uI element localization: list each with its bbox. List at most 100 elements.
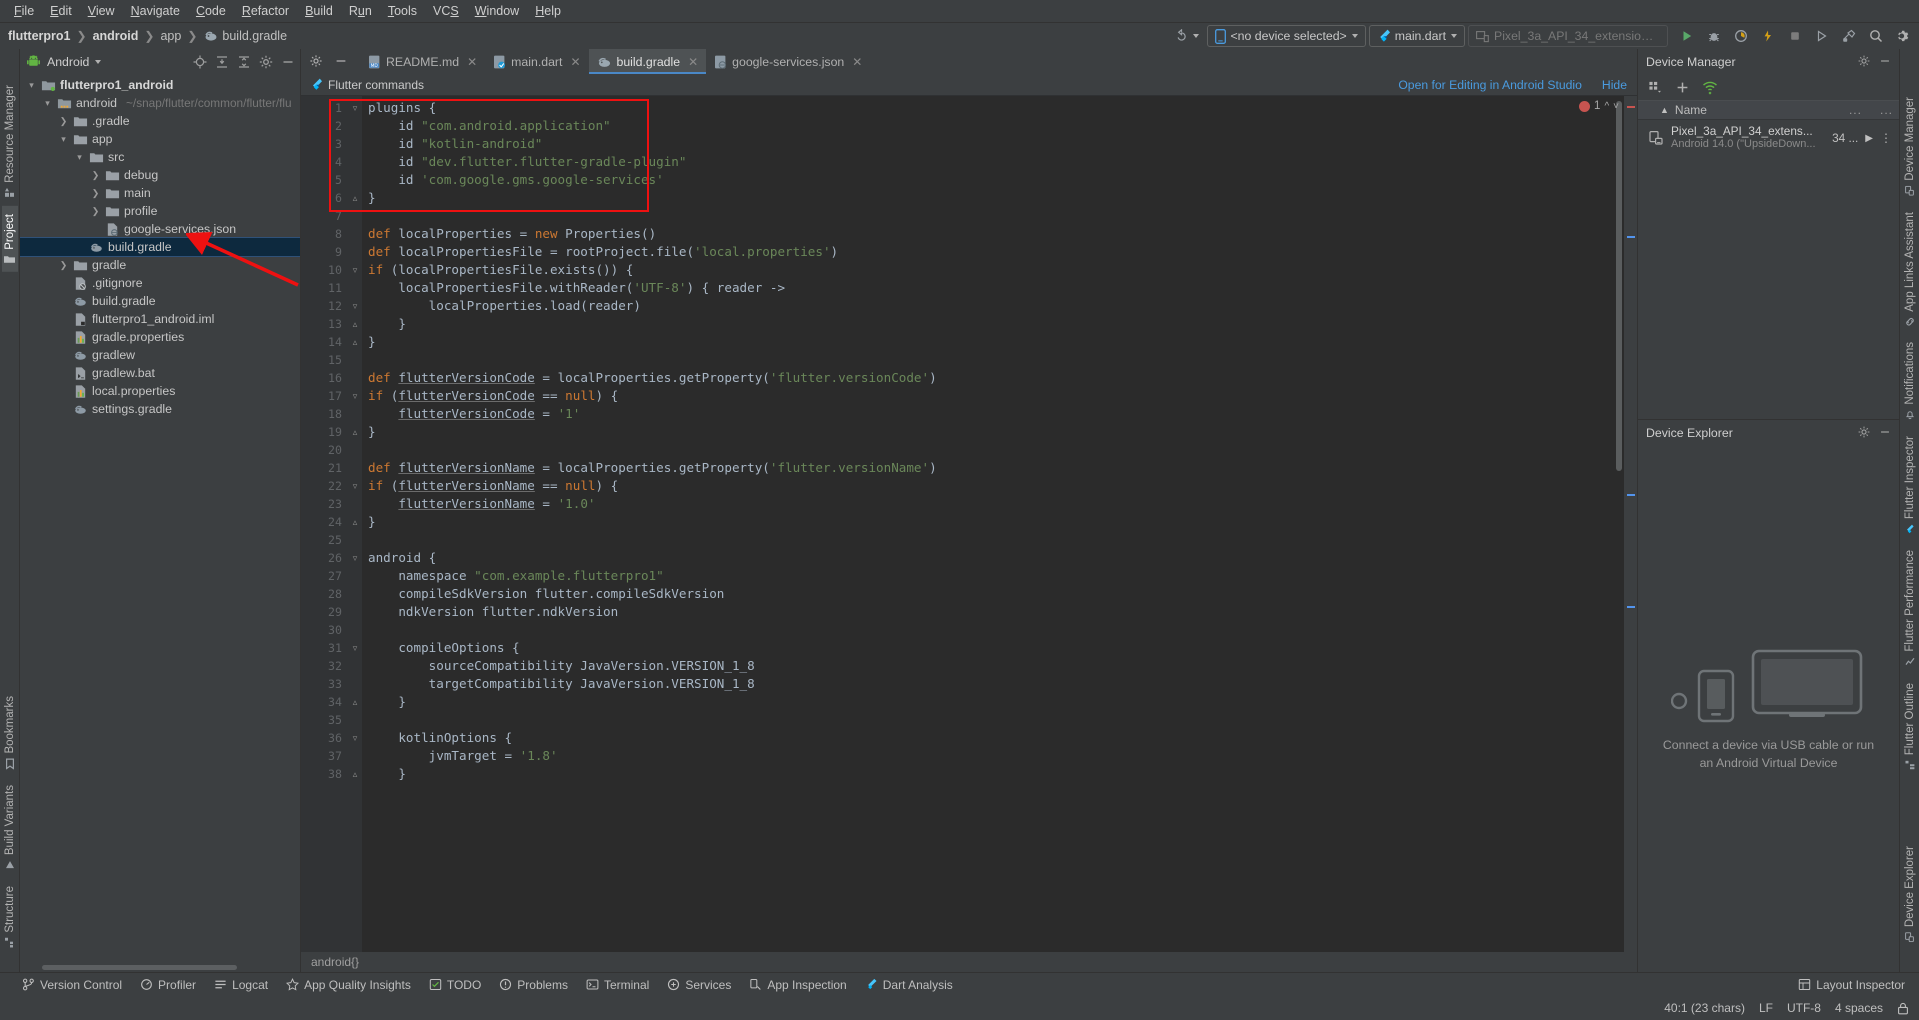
device-manager-hide-icon[interactable] <box>1878 54 1894 70</box>
breadcrumb-module[interactable]: android <box>91 29 141 43</box>
sidebar-item-build-variants[interactable]: Build Variants <box>2 777 18 878</box>
device-grid-icon[interactable] <box>1648 80 1663 95</box>
fold-marker-icon[interactable]: ▵ <box>348 315 362 333</box>
hot-reload-button[interactable] <box>1756 26 1780 47</box>
code-line[interactable]: compileSdkVersion flutter.compileSdkVers… <box>368 585 1614 603</box>
code-line[interactable] <box>368 351 1614 369</box>
bottom-tab-problems[interactable]: Problems <box>499 978 568 992</box>
add-device-icon[interactable] <box>1675 80 1690 95</box>
code-line[interactable]: flutterVersionName = '1.0' <box>368 495 1614 513</box>
project-settings-icon[interactable] <box>258 54 274 70</box>
breadcrumb-folder[interactable]: app <box>158 29 183 43</box>
tree-node[interactable]: ❯ debug <box>20 166 300 184</box>
project-tree[interactable]: ▾ flutterpro1_android ▾ android ~/snap/flutt… <box>20 74 300 963</box>
chevron-down-icon[interactable]: ▾ <box>26 80 37 91</box>
sidebar-item-bookmarks[interactable]: Bookmarks <box>2 688 18 778</box>
tree-node[interactable]: local.properties <box>20 382 300 400</box>
bottom-tab-app-quality-insights[interactable]: App Quality Insights <box>286 978 411 992</box>
code-folding-column[interactable]: ▿ ▵ ▿ ▿ ▵ ▵ ▿ ▵ ▿ ▵ ▿ ▿ ▵ ▿ ▵ <box>348 96 362 952</box>
editor-tab-main-dart[interactable]: main.dart ✕ <box>485 49 588 74</box>
tree-node[interactable]: ▾ android ~/snap/flutter/common/flutter/fl… <box>20 94 300 112</box>
chevron-down-icon[interactable]: ▾ <box>74 152 85 163</box>
fold-marker-icon[interactable]: ▵ <box>348 333 362 351</box>
tree-node[interactable]: settings.gradle <box>20 400 300 418</box>
tree-node[interactable]: ❯ profile <box>20 202 300 220</box>
code-line[interactable]: def localProperties = new Properties() <box>368 225 1614 243</box>
code-line[interactable] <box>368 441 1614 459</box>
tree-node[interactable]: ❯ gradle <box>20 256 300 274</box>
editor-settings-icon[interactable] <box>309 54 325 70</box>
bottom-tab-version-control[interactable]: Version Control <box>22 978 122 992</box>
run-button[interactable] <box>1675 26 1699 47</box>
code-line[interactable]: localProperties.load(reader) <box>368 297 1614 315</box>
lock-icon[interactable] <box>1897 1002 1909 1015</box>
editor-tab-readme[interactable]: MD README.md ✕ <box>360 49 485 74</box>
code-line[interactable]: if (localPropertiesFile.exists()) { <box>368 261 1614 279</box>
fold-marker-icon[interactable]: ▵ <box>348 189 362 207</box>
search-everywhere-button[interactable] <box>1864 26 1888 47</box>
sidebar-item-flutter-inspector[interactable]: Flutter Inspector <box>1902 428 1918 542</box>
close-icon[interactable]: ✕ <box>688 55 698 69</box>
chevron-right-icon[interactable]: ❯ <box>58 116 69 127</box>
bottom-tab-services[interactable]: Services <box>667 978 731 992</box>
project-horizontal-scrollbar[interactable] <box>20 963 300 972</box>
code-line[interactable]: def flutterVersionCode = localProperties… <box>368 369 1614 387</box>
code-line[interactable]: def localPropertiesFile = rootProject.fi… <box>368 243 1614 261</box>
chevron-down-icon[interactable]: ˅ <box>1613 101 1619 112</box>
code-line[interactable]: jvmTarget = '1.8' <box>368 747 1614 765</box>
menu-item-edit[interactable]: Edit <box>42 2 80 20</box>
column-header-extra-1[interactable]: ... <box>1843 103 1868 117</box>
menu-item-navigate[interactable]: Navigate <box>123 2 188 20</box>
code-line[interactable]: id "kotlin-android" <box>368 135 1614 153</box>
chevron-right-icon[interactable]: ❯ <box>90 188 101 199</box>
fold-marker-icon[interactable]: ▵ <box>348 423 362 441</box>
code-line[interactable]: localPropertiesFile.withReader('UTF-8') … <box>368 279 1614 297</box>
collapse-all-icon[interactable] <box>236 54 252 70</box>
fold-marker-icon[interactable]: ▵ <box>348 765 362 783</box>
fold-marker-icon[interactable]: ▿ <box>348 729 362 747</box>
code-line[interactable]: } <box>368 765 1614 783</box>
menu-item-run[interactable]: Run <box>341 2 380 20</box>
fold-marker-icon[interactable]: ▿ <box>348 639 362 657</box>
editor-tab-google-services[interactable]: google-services.json ✕ <box>706 49 870 74</box>
device-explorer-settings-icon[interactable] <box>1857 425 1873 441</box>
breadcrumb-file[interactable]: build.gradle <box>220 29 289 43</box>
hide-notification-link[interactable]: Hide <box>1602 78 1627 92</box>
locate-icon[interactable] <box>192 54 208 70</box>
chevron-down-icon[interactable]: ▾ <box>42 98 53 109</box>
device-explorer-hide-icon[interactable] <box>1878 425 1894 441</box>
code-line[interactable]: id "dev.flutter.flutter-gradle-plugin" <box>368 153 1614 171</box>
emulator-selector[interactable]: Pixel_3a_API_34_extension_lev... <box>1468 25 1668 47</box>
tree-node[interactable]: gradle.properties <box>20 328 300 346</box>
stop-button[interactable] <box>1783 26 1807 47</box>
column-header-name[interactable]: Name <box>1675 103 1707 117</box>
menu-item-refactor[interactable]: Refactor <box>234 2 297 20</box>
code-editor[interactable]: 1 2 3 4 5 6 7 8 9 10 11 12 13 14 15 16 17 18 19 20 21 22 23 24 2… <box>301 96 1637 952</box>
source-code-text[interactable]: plugins { id "com.android.application" i… <box>362 96 1614 952</box>
code-line[interactable]: } <box>368 423 1614 441</box>
open-in-android-studio-link[interactable]: Open for Editing in Android Studio <box>1398 78 1582 92</box>
caret-position[interactable]: 40:1 (23 chars) <box>1664 1001 1745 1015</box>
sort-asc-icon[interactable]: ▲ <box>1660 105 1669 115</box>
code-line[interactable]: id "com.android.application" <box>368 117 1614 135</box>
code-line[interactable]: } <box>368 189 1614 207</box>
device-kebab-menu-icon[interactable]: ⋮ <box>1880 131 1893 145</box>
code-line[interactable]: id 'com.google.gms.google-services' <box>368 171 1614 189</box>
inspection-widget[interactable]: 1 ^ ˅ <box>1579 100 1619 112</box>
code-line[interactable]: } <box>368 513 1614 531</box>
settings-button[interactable] <box>1891 26 1915 47</box>
menu-item-window[interactable]: Window <box>467 2 527 20</box>
fold-marker-icon[interactable]: ▿ <box>348 477 362 495</box>
menu-item-build[interactable]: Build <box>297 2 341 20</box>
tree-node[interactable]: gradlew <box>20 346 300 364</box>
code-line[interactable]: android { <box>368 549 1614 567</box>
fold-marker-icon[interactable]: ▿ <box>348 387 362 405</box>
close-icon[interactable]: ✕ <box>467 55 477 69</box>
menu-item-help[interactable]: Help <box>527 2 569 20</box>
menu-item-vcs[interactable]: VCS <box>425 2 467 20</box>
tree-node[interactable]: build.gradle <box>20 292 300 310</box>
editor-vertical-scrollbar[interactable] <box>1614 96 1624 952</box>
tree-node[interactable]: ▾ flutterpro1_android <box>20 76 300 94</box>
close-icon[interactable]: ✕ <box>570 55 580 69</box>
debug-button[interactable] <box>1702 26 1726 47</box>
